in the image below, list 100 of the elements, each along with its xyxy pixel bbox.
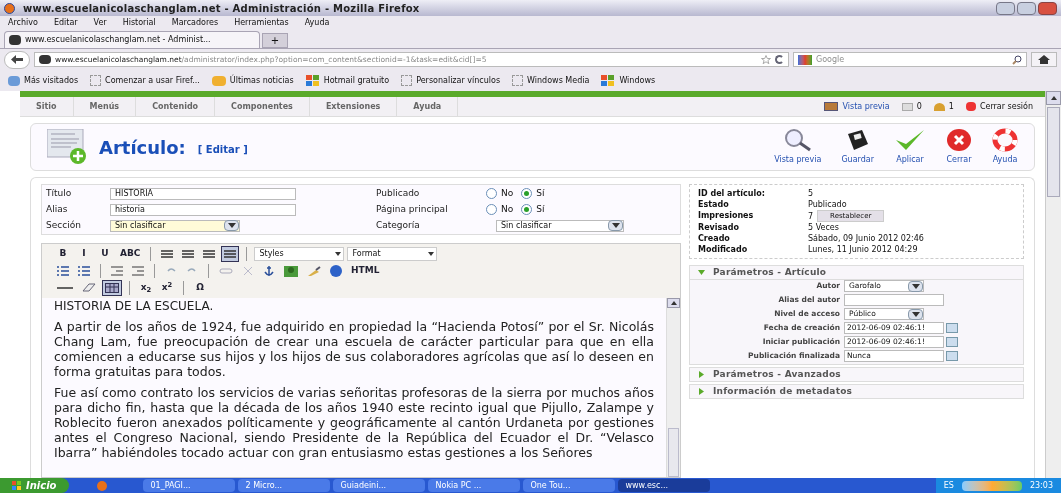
calendar-icon[interactable] [946,323,958,333]
editor-button[interactable]: I [75,246,93,262]
info-value: Sábado, 09 Junio 2012 02:46 [808,233,924,244]
taskbar-button[interactable]: Guiadeini... [332,479,425,492]
close-icon [946,128,972,152]
reload-icon[interactable] [775,55,784,64]
bookmark-link[interactable]: Windows Media [527,74,590,87]
radio-button[interactable] [486,204,497,215]
toolbar-button[interactable]: Vista previa [774,128,822,166]
list-icon[interactable] [75,263,93,279]
taskbar-button[interactable]: 01_PAGI... [142,479,235,492]
bookmark-link[interactable]: Personalizar vínculos [416,74,501,87]
bookmark-link[interactable]: Comenzar a usar Firef... [105,74,200,87]
expanded-triangle-icon [698,269,705,276]
editor-button[interactable]: x$^{2}$ [158,280,176,296]
radio-button[interactable] [521,188,533,199]
parameter-field[interactable] [844,294,944,306]
panel-header[interactable]: Parámetros - Artículo [690,266,1023,279]
align-icon[interactable] [221,246,240,262]
scroll-up-button[interactable] [1046,91,1061,105]
bookmark-link[interactable]: Windows [619,74,656,87]
browser-tab[interactable]: www.escuelanicolaschanglam.net - Administ... [4,31,260,48]
editor-button[interactable]: U [96,246,114,262]
menu-item[interactable]: Herramientas [234,17,289,29]
page-scrollbar[interactable] [1045,91,1061,478]
category-select[interactable]: Sin clasificar [496,219,624,232]
toolbar-button[interactable]: Aplicar [894,128,926,166]
toolbar-button[interactable]: Guardar [841,128,874,166]
search-bar[interactable]: Google [793,52,1027,67]
scroll-up-button[interactable] [667,298,680,309]
menu-item[interactable]: Ayuda [304,17,330,29]
styles-select[interactable]: Styles [254,247,345,261]
image-icon[interactable] [281,263,301,279]
dropdown-caret-icon[interactable] [608,220,623,231]
menu-item[interactable]: Ver [93,17,107,29]
new-tab-button[interactable]: + [262,33,288,48]
table-icon[interactable] [102,280,122,296]
dropdown-caret-icon[interactable] [908,280,923,292]
start-button[interactable]: Inicio [0,478,69,493]
star-icon[interactable] [761,54,771,65]
format-select[interactable]: Format [347,247,438,261]
menu-item[interactable]: Editar [53,17,78,29]
dropdown-caret-icon[interactable] [335,252,342,256]
bookmark-link[interactable]: Más visitados [24,74,79,87]
page-title: Artículo: [99,135,186,160]
menu-item[interactable]: Historial [122,17,156,29]
admin-menu-item[interactable]: Componentes [215,97,310,116]
field-label: Publicado [376,186,421,200]
dropdown-caret-icon[interactable] [428,252,435,256]
admin-menu-item[interactable]: Sitio [20,97,74,116]
menu-item[interactable]: Marcadores [171,17,219,29]
editor-button[interactable]: x$_{2}$ [137,280,155,296]
restore-button[interactable] [1017,1,1036,15]
indent-icon[interactable] [129,263,147,279]
scroll-up-arrow-icon [670,301,677,306]
toolbar-button[interactable]: Cerrar [946,128,972,166]
title-field[interactable]: HISTORIA [110,187,296,200]
field-label: Página principal [376,202,449,216]
bookmark-link[interactable]: Últimas noticias [229,74,294,87]
editor-button[interactable]: ABC [117,246,144,262]
dropdown-caret-icon[interactable] [224,220,239,231]
taskbar-button[interactable]: www.esc... [617,479,710,492]
taskbar-button[interactable]: Nokia PC ... [427,479,520,492]
dropdown-caret-icon[interactable] [908,308,923,320]
editor-button[interactable]: B [54,246,72,262]
taskbar-button[interactable]: One Tou... [522,479,615,492]
home-button[interactable] [1031,52,1057,67]
list-icon[interactable] [54,263,72,279]
bookmark-link[interactable]: Hotmail gratuito [323,74,390,87]
editor-button[interactable]: HTML [348,263,383,279]
panel-header[interactable]: Parámetros - Avanzados [690,368,1023,381]
calendar-icon[interactable] [946,337,958,347]
admin-menu-item[interactable]: Ayuda [397,97,459,116]
alias-field[interactable]: historia [110,203,296,216]
panel-header[interactable]: Información de metadatos [690,385,1023,398]
logout-link[interactable]: Cerrar sesión [979,100,1033,113]
calendar-icon[interactable] [946,351,958,361]
preview-link[interactable]: Vista previa [842,100,890,113]
radio-button[interactable] [486,188,497,199]
scrollbar[interactable] [666,298,680,477]
close-button[interactable] [1038,1,1057,15]
scrollbar-thumb[interactable] [1047,107,1060,197]
minimize-button[interactable] [996,1,1015,15]
scrollbar-thumb[interactable] [668,428,679,477]
editor-button[interactable]: Ω [191,280,209,296]
back-button[interactable] [4,50,30,69]
admin-menu-item[interactable]: Extensiones [309,97,398,116]
menu-item[interactable]: Archivo [8,17,38,29]
info-label: Modificado [698,244,749,255]
field-label: Categoría [376,218,421,232]
search-field[interactable]: Google [816,53,1008,66]
scroll-up-arrow-icon [1050,96,1057,100]
taskbar-button[interactable]: 2 Micro... [237,479,330,492]
admin-menu-item[interactable]: Menús [73,97,137,116]
toolbar-button[interactable]: Ayuda [992,128,1018,166]
radio-label: No [501,202,514,216]
admin-menu-item[interactable]: Contenido [136,97,216,116]
radio-button[interactable] [521,204,533,215]
section-select[interactable]: Sin clasificar [110,219,240,232]
lifebuoy-icon [992,128,1018,152]
